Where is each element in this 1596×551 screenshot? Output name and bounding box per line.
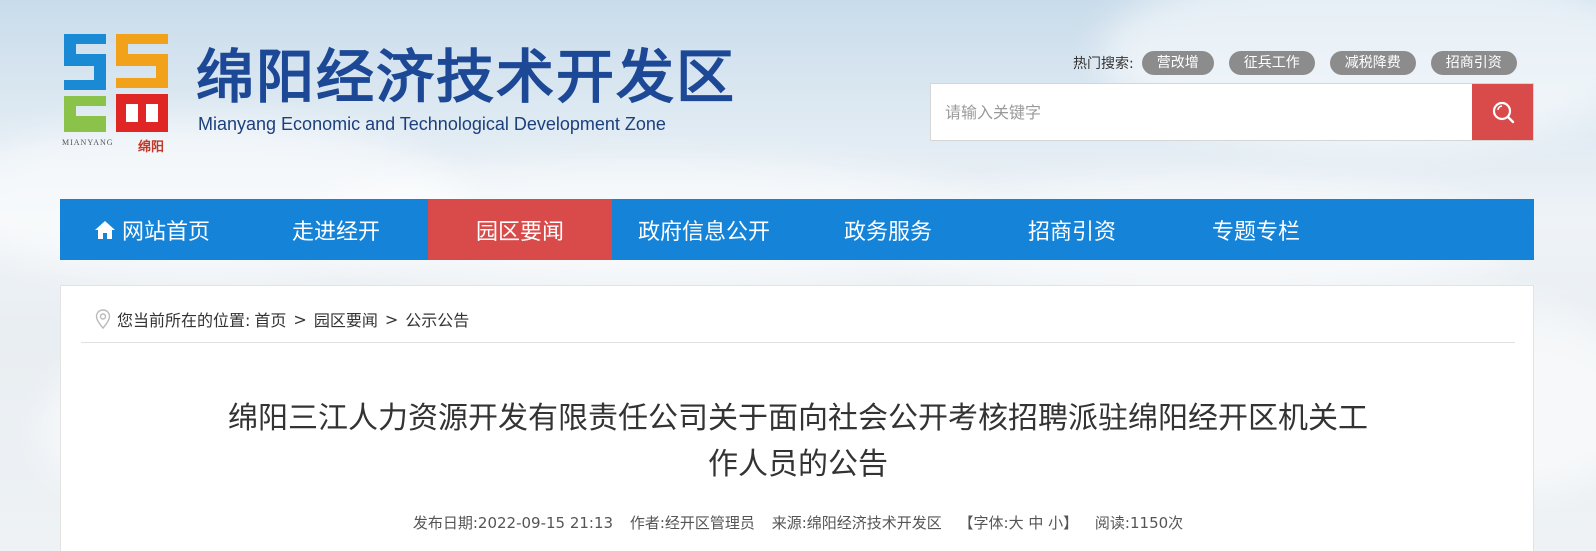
article-title: 绵阳三江人力资源开发有限责任公司关于面向社会公开考核招聘派驻绵阳经开区机关工 作… [151,396,1445,488]
article-title-line: 作人员的公告 [708,447,888,482]
nav-item-services[interactable]: 政务服务 [796,199,980,260]
nav-item-label: 园区要闻 [475,219,564,245]
hot-search: 热门搜索: 营改增 征兵工作 减税降费 招商引资 [1073,50,1517,76]
search-button[interactable] [1472,84,1533,140]
nav-item-about[interactable]: 走进经开 [244,199,428,260]
breadcrumb-separator: > [293,309,307,329]
nav-item-topics[interactable]: 专题专栏 [1164,199,1348,260]
breadcrumb-home[interactable]: 首页 [254,307,286,331]
search-input[interactable] [931,84,1472,140]
breadcrumb-separator: > [384,309,399,329]
font-size-control[interactable]: 【字体:大 中 小】 [959,514,1079,532]
hot-tag[interactable]: 征兵工作 [1228,51,1315,75]
nav-item-gov-info[interactable]: 政府信息公开 [612,199,796,260]
nav-item-label: 专题专栏 [1211,219,1300,245]
location-pin-icon [95,309,111,329]
search-icon [1492,101,1514,124]
author: 作者:经开区管理员 [629,514,755,532]
breadcrumb-prefix: 您当前所在的位置: [117,311,251,330]
site-logo[interactable]: MIANYANG 绵阳 [62,32,170,160]
breadcrumb: 您当前所在的位置: 首页 > 园区要闻 > 公示公告 [95,306,469,332]
home-icon [94,220,115,239]
breadcrumb-news[interactable]: 园区要闻 [314,307,378,331]
site-subtitle: Mianyang Economic and Technological Deve… [198,114,666,134]
nav-item-news[interactable]: 园区要闻 [428,199,612,260]
hot-tag[interactable]: 招商引资 [1430,51,1517,75]
logo-text-cn: 绵阳 [138,140,165,155]
article-title-line: 绵阳三江人力资源开发有限责任公司关于面向社会公开考核招聘派驻绵阳经开区机关工 [228,401,1368,436]
publish-date: 发布日期:2022-09-15 21:13 [412,514,614,532]
nav-item-investment[interactable]: 招商引资 [980,199,1164,260]
logo-text-en: MIANYANG [62,138,114,147]
hot-tag[interactable]: 营改增 [1141,51,1214,75]
nav-item-label: 政务服务 [843,219,932,245]
read-count: 阅读:1150次 [1094,514,1184,532]
article-meta: 发布日期:2022-09-15 21:13 作者:经开区管理员 来源:绵阳经济技… [61,512,1535,533]
hot-tag[interactable]: 减税降费 [1329,51,1416,75]
nav-item-label: 政府信息公开 [637,219,770,245]
nav-item-label: 走进经开 [291,219,380,245]
content-panel: 您当前所在的位置: 首页 > 园区要闻 > 公示公告 绵阳三江人力资源开发有限责… [60,285,1534,551]
nav-item-label: 招商引资 [1027,219,1116,245]
source: 来源:绵阳经济技术开发区 [771,514,942,532]
breadcrumb-notices[interactable]: 公示公告 [405,307,469,331]
search-box [930,83,1534,141]
nav-item-label: 网站首页 [121,219,210,245]
site-title: 绵阳经济技术开发区 [196,43,737,111]
nav-item-home[interactable]: 网站首页 [60,199,244,260]
main-nav: 网站首页 走进经开 园区要闻 政府信息公开 政务服务 招商引资 专题专栏 [60,199,1534,260]
hot-search-label: 热门搜索: [1073,56,1134,72]
divider [81,342,1515,343]
